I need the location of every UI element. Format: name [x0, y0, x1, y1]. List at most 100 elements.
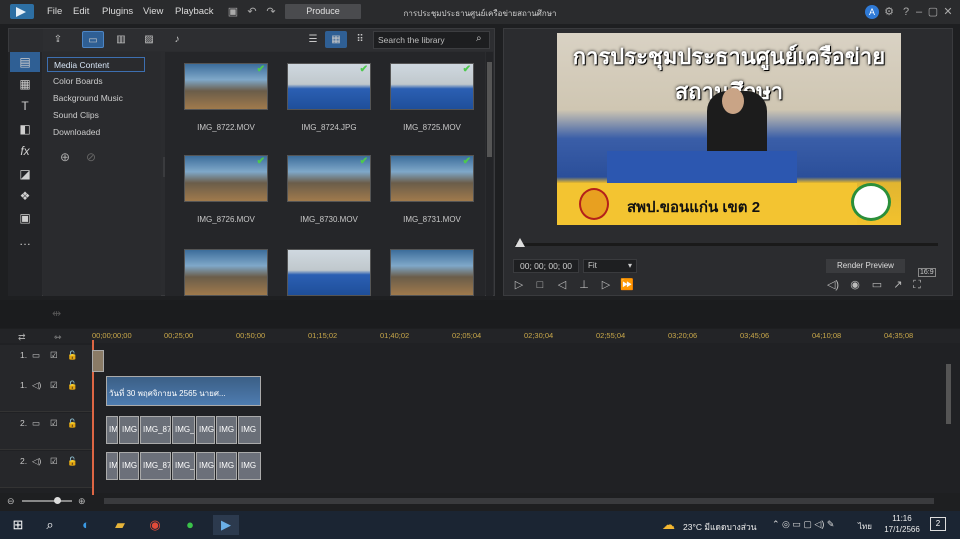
timeline-vscroll-thumb[interactable] [946, 364, 951, 424]
video-clip[interactable]: IMG_87 [140, 452, 171, 480]
track-header[interactable] [0, 413, 92, 450]
render-preview-button[interactable]: Render Preview [826, 259, 905, 273]
image-clip[interactable] [92, 350, 104, 372]
chrome-icon[interactable]: ◉ [145, 515, 165, 535]
line-app-icon[interactable]: ● [180, 515, 200, 535]
system-tray-icons[interactable]: ⌃ ◎ ▭ ▢ ◁) ✎ [772, 519, 834, 530]
track-enable-checkbox[interactable]: ☑ [50, 350, 58, 361]
video-clip[interactable]: IMG [238, 452, 261, 480]
remove-tag-icon[interactable]: ⊘ [86, 150, 96, 164]
aspect-ratio-select[interactable]: 16:9 [918, 268, 936, 277]
zoom-slider-thumb[interactable] [54, 497, 61, 504]
zoom-fit-select[interactable]: Fit ▾ [583, 259, 637, 273]
track-header[interactable] [0, 451, 92, 488]
clock-date[interactable]: 17/1/2566 [880, 525, 924, 534]
zoom-slider[interactable] [22, 500, 72, 502]
storyboard-icon[interactable]: ▦ [10, 74, 40, 94]
pip-room-icon[interactable]: ◪ [10, 164, 40, 184]
search-taskbar-icon[interactable]: ⌕ [40, 515, 60, 535]
file-explorer-icon[interactable]: ▰ [110, 515, 130, 535]
account-icon[interactable]: A [865, 5, 879, 19]
video-clip[interactable]: IMG_87 [140, 416, 171, 444]
fx-room-icon[interactable]: fx [10, 141, 40, 161]
powerdirector-taskbar-icon[interactable]: ▶ [213, 515, 239, 535]
save-icon[interactable]: ▣ [226, 5, 240, 19]
search-icon[interactable]: ⌕ [476, 33, 482, 44]
category-downloaded[interactable]: Downloaded [47, 125, 145, 140]
track-lock-icon[interactable]: 🔓 [67, 380, 78, 391]
library-search-input[interactable]: Search the library [373, 31, 490, 49]
transition-room-icon[interactable]: ◧ [10, 119, 40, 139]
redo-icon[interactable]: ↷ [264, 5, 278, 19]
media-thumbnail[interactable]: ✔ [390, 63, 474, 110]
windows-start-icon[interactable]: ⊞ [8, 515, 28, 535]
video-clip[interactable]: IMG_87 [172, 452, 195, 480]
media-thumbnail[interactable] [184, 249, 268, 296]
video-clip[interactable]: IMG [216, 452, 237, 480]
split-icon[interactable]: ⊥ [577, 278, 591, 292]
edge-icon[interactable]: ◐ [76, 515, 96, 535]
track-lock-icon[interactable]: 🔓 [67, 350, 78, 361]
fullscreen-icon[interactable]: ⛶ [910, 278, 924, 292]
close-icon[interactable]: ✕ [941, 5, 955, 19]
add-tag-icon[interactable]: ⊕ [60, 150, 70, 164]
track-enable-checkbox[interactable]: ☑ [50, 418, 58, 429]
zoom-in-icon[interactable]: ⊕ [78, 496, 86, 507]
track-enable-checkbox[interactable]: ☑ [50, 380, 58, 391]
zoom-out-icon[interactable]: ⊖ [7, 496, 15, 507]
video-clip[interactable]: IMG [106, 416, 118, 444]
library-scroll-thumb[interactable] [487, 62, 492, 157]
category-media-content[interactable]: Media Content [47, 57, 145, 72]
media-thumbnail[interactable] [287, 249, 371, 296]
show-film-icon[interactable]: ▥ [110, 31, 132, 48]
category-color-boards[interactable]: Color Boards [47, 74, 145, 89]
grid-view-icon[interactable]: ▦ [325, 31, 347, 48]
media-room-icon[interactable]: ▤ [10, 52, 40, 72]
minimize-icon[interactable]: – [912, 5, 926, 19]
stop-icon[interactable]: □ [533, 278, 547, 292]
snapshot-icon[interactable]: ◉ [848, 278, 862, 292]
category-sound-clips[interactable]: Sound Clips [47, 108, 145, 123]
undo-icon[interactable]: ↶ [245, 5, 259, 19]
subtitle-room-icon[interactable]: ▣ [10, 208, 40, 228]
notification-badge[interactable]: 2 [930, 517, 946, 531]
menu-plugins[interactable]: Plugins [102, 6, 133, 17]
fast-forward-icon[interactable]: ⏩ [620, 278, 634, 292]
video-clip[interactable]: IMG [196, 416, 215, 444]
track-lock-icon[interactable]: 🔓 [67, 418, 78, 429]
media-thumbnail[interactable]: ✔ [287, 155, 371, 202]
clock-time[interactable]: 11:16 [882, 514, 922, 523]
playhead-icon[interactable] [515, 238, 525, 247]
track-manager-icon[interactable]: ⇄ [18, 332, 26, 343]
video-clip[interactable]: IMG [119, 452, 139, 480]
subtitle-icon[interactable]: ▭ [870, 278, 884, 292]
show-video-icon[interactable]: ▭ [82, 31, 104, 48]
large-grid-icon[interactable]: ⠿ [349, 31, 371, 48]
more-rooms-icon[interactable]: … [10, 231, 40, 251]
fit-project-icon[interactable]: ⇿ [54, 332, 62, 343]
settings-icon[interactable]: ⚙ [882, 5, 896, 19]
list-view-icon[interactable]: ☰ [302, 31, 324, 48]
next-frame-icon[interactable]: ▷ [599, 278, 613, 292]
produce-button[interactable]: Produce [285, 4, 361, 19]
fit-timeline-icon[interactable]: ⇹ [52, 307, 61, 320]
menu-edit[interactable]: Edit [73, 6, 89, 17]
audio-clip[interactable]: วันที่ 30 พฤศจิกายน 2565 นายศ... [106, 376, 261, 406]
particle-room-icon[interactable]: ❖ [10, 186, 40, 206]
title-room-icon[interactable]: T [10, 96, 40, 116]
video-clip[interactable]: IMG [196, 452, 215, 480]
play-icon[interactable]: ▷ [512, 278, 526, 292]
track-enable-checkbox[interactable]: ☑ [50, 456, 58, 467]
maximize-icon[interactable]: ▢ [926, 5, 940, 19]
video-clip[interactable]: IMG [119, 416, 139, 444]
language-indicator[interactable]: ไทย [858, 520, 872, 533]
timecode-field[interactable]: 00; 00; 00; 00 [513, 259, 579, 273]
menu-view[interactable]: View [143, 6, 163, 17]
video-clip[interactable]: IMG_87 [172, 416, 195, 444]
timeline-hscroll-thumb[interactable] [104, 498, 934, 504]
seek-bar[interactable] [515, 243, 938, 246]
category-background-music[interactable]: Background Music [47, 91, 145, 106]
media-thumbnail[interactable] [390, 249, 474, 296]
show-audio-icon[interactable]: ♪ [166, 31, 188, 48]
media-thumbnail[interactable]: ✔ [287, 63, 371, 110]
